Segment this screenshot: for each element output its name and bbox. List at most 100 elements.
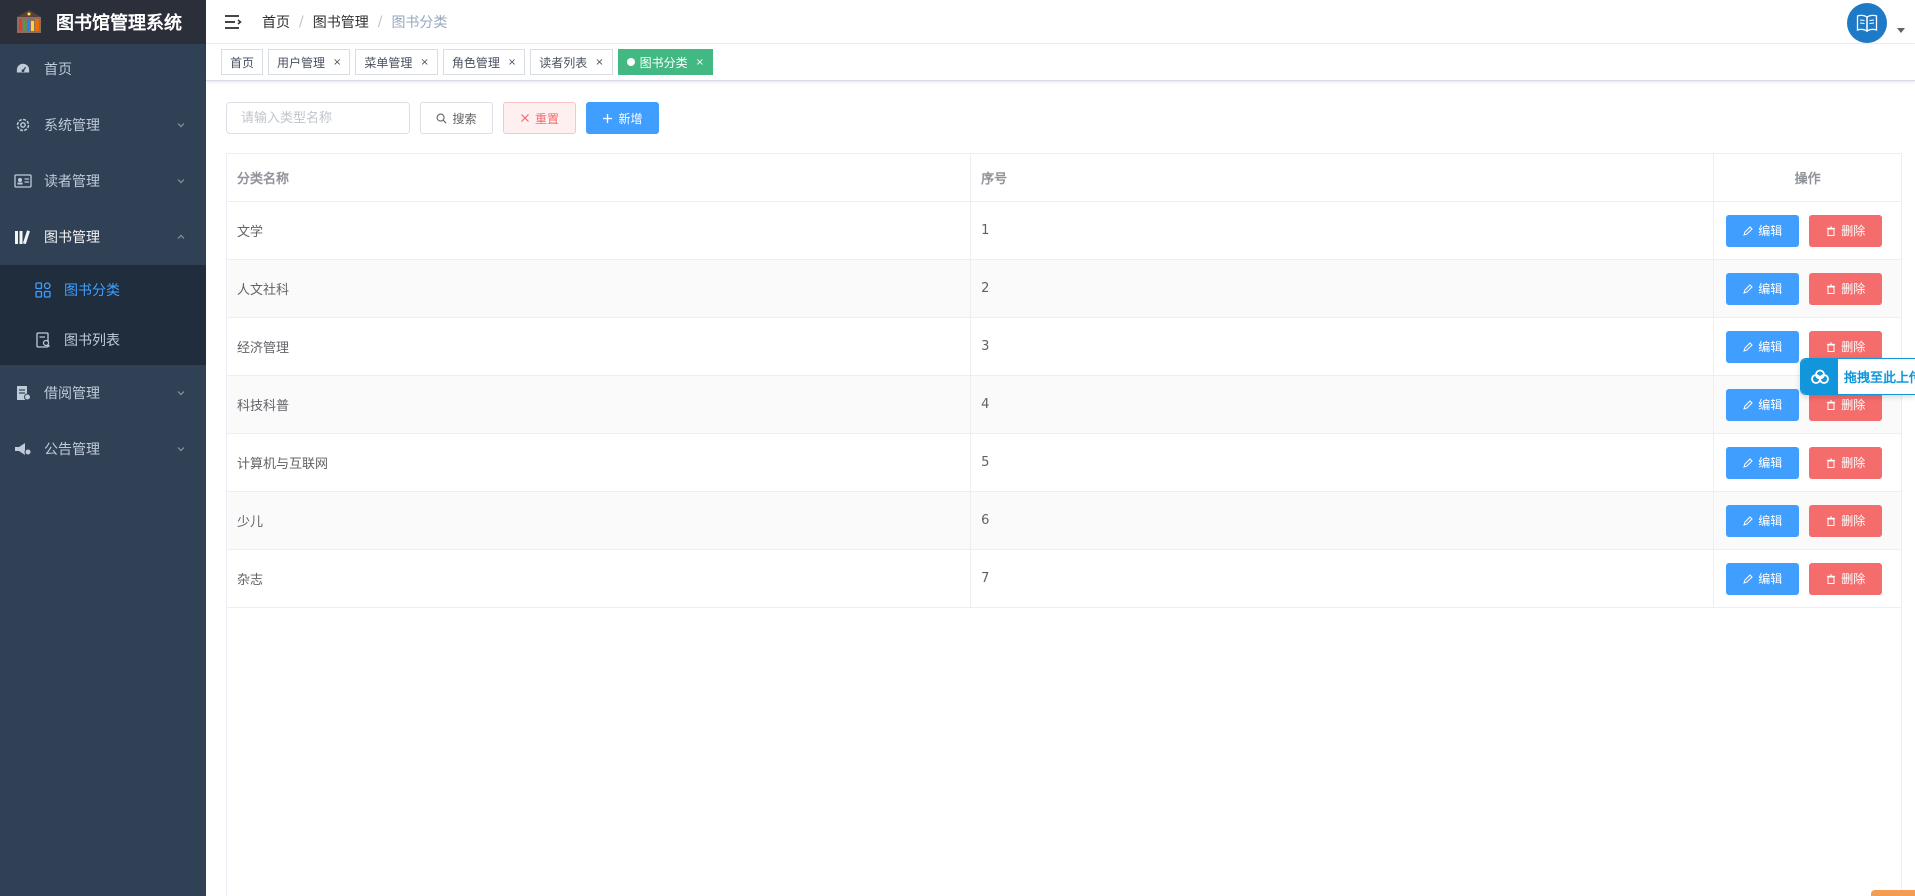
delete-button[interactable]: 删除 — [1809, 446, 1883, 479]
cell-actions: 编辑 删除 — [1714, 492, 1901, 549]
edit-button[interactable]: 编辑 — [1726, 446, 1800, 479]
caret-down-icon[interactable] — [1897, 28, 1905, 33]
search-icon — [436, 113, 447, 124]
tag-book-category[interactable]: 图书分类 × — [617, 49, 714, 75]
delete-label: 删除 — [1841, 224, 1866, 238]
borrow-icon — [14, 384, 32, 402]
books-submenu: 图书分类 图书列表 — [0, 265, 206, 365]
table-row: 杂志 7 编辑 删除 — [227, 550, 1901, 608]
tag-user-management[interactable]: 用户管理 × — [268, 49, 351, 75]
edit-button[interactable]: 编辑 — [1726, 272, 1800, 305]
trash-icon — [1826, 284, 1836, 294]
sidebar-item-book-list[interactable]: 图书列表 — [0, 315, 206, 365]
close-icon[interactable]: × — [595, 57, 603, 68]
drag-upload-label: 拖拽至此上传 — [1844, 371, 1915, 386]
close-icon[interactable]: × — [333, 57, 341, 68]
edit-icon — [1743, 573, 1753, 584]
active-dot-icon — [626, 58, 635, 66]
delete-button[interactable]: 删除 — [1809, 562, 1883, 595]
sidebar-item-system[interactable]: 系统管理 — [0, 97, 206, 153]
navbar: 首页 / 图书管理 / 图书分类 — [206, 0, 1915, 44]
app-title: 图书馆管理系统 — [56, 13, 182, 34]
table-row: 文学 1 编辑 删除 — [227, 202, 1901, 260]
sidebar-item-label: 系统管理 — [44, 118, 100, 134]
chevron-up-icon — [177, 234, 185, 239]
sidebar-item-label: 公告管理 — [44, 442, 100, 458]
edit-label: 编辑 — [1758, 224, 1783, 238]
close-icon[interactable]: × — [508, 57, 516, 68]
chevron-down-icon — [177, 447, 185, 452]
tag-home[interactable]: 首页 — [221, 49, 264, 75]
edit-icon — [1743, 457, 1753, 468]
chevron-down-icon — [177, 391, 185, 396]
tag-menu-management[interactable]: 菜单管理 × — [355, 49, 438, 75]
cell-actions: 编辑 删除 — [1714, 434, 1901, 491]
category-icon — [34, 281, 52, 299]
delete-label: 删除 — [1841, 572, 1866, 586]
cell-category-name: 杂志 — [227, 550, 972, 607]
hamburger-icon[interactable] — [222, 11, 244, 33]
sidebar-item-books[interactable]: 图书管理 — [0, 209, 206, 265]
table-row: 经济管理 3 编辑 删除 — [227, 318, 1901, 376]
drag-upload-widget[interactable]: 拖拽至此上传 — [1800, 358, 1915, 395]
tag-label: 图书分类 — [639, 55, 688, 70]
breadcrumb-books[interactable]: 图书管理 — [313, 12, 369, 32]
edit-button[interactable]: 编辑 — [1726, 330, 1800, 363]
cell-category-name: 计算机与互联网 — [227, 434, 972, 491]
megaphone-icon — [14, 440, 32, 458]
book-list-icon — [34, 331, 52, 349]
edit-button[interactable]: 编辑 — [1726, 504, 1800, 537]
cell-order: 6 — [971, 492, 1715, 549]
cell-actions: 编辑 删除 — [1714, 260, 1901, 317]
open-book-icon — [1856, 14, 1878, 32]
breadcrumb-home[interactable]: 首页 — [262, 12, 290, 32]
delete-label: 删除 — [1841, 514, 1866, 528]
sidebar-item-borrow[interactable]: 借阅管理 — [0, 365, 206, 421]
edit-label: 编辑 — [1758, 572, 1783, 586]
cell-actions: 编辑 删除 — [1714, 202, 1901, 259]
cell-order: 5 — [971, 434, 1715, 491]
delete-button[interactable]: 删除 — [1809, 214, 1883, 247]
trash-icon — [1826, 574, 1836, 584]
sidebar: 图书馆管理系统 首页 系统管理 读者管理 图书管理 图书分类 图书列表 借阅管理… — [0, 0, 206, 896]
trash-icon — [1826, 458, 1836, 468]
breadcrumb-separator: / — [299, 13, 304, 30]
search-button[interactable]: 搜索 — [420, 102, 493, 134]
tags-view: 首页 用户管理 × 菜单管理 × 角色管理 × 读者列表 × 图书分类 × — [206, 44, 1915, 81]
edit-label: 编辑 — [1758, 514, 1783, 528]
sidebar-item-notice[interactable]: 公告管理 — [0, 421, 206, 477]
category-name-input[interactable] — [226, 102, 410, 134]
edit-label: 编辑 — [1758, 282, 1783, 296]
tag-label: 用户管理 — [277, 55, 326, 70]
sidebar-item-label: 借阅管理 — [44, 386, 100, 402]
close-icon[interactable]: × — [420, 57, 428, 68]
add-button[interactable]: 新增 — [586, 102, 659, 134]
sidebar-item-book-category[interactable]: 图书分类 — [0, 265, 206, 315]
cell-category-name: 少儿 — [227, 492, 972, 549]
cell-order: 2 — [971, 260, 1715, 317]
reset-button[interactable]: 重置 — [503, 102, 576, 134]
avatar[interactable] — [1847, 3, 1887, 43]
breadcrumb: 首页 / 图书管理 / 图书分类 — [262, 12, 447, 32]
tag-role-management[interactable]: 角色管理 × — [442, 49, 526, 75]
edit-button[interactable]: 编辑 — [1726, 562, 1800, 595]
tag-reader-list[interactable]: 读者列表 × — [530, 49, 613, 75]
delete-button[interactable]: 删除 — [1809, 504, 1883, 537]
edit-label: 编辑 — [1758, 456, 1783, 470]
trash-icon — [1826, 516, 1836, 526]
logo-bar: 图书馆管理系统 — [0, 0, 206, 44]
sidebar-item-home[interactable]: 首页 — [0, 44, 206, 94]
dashboard-icon — [14, 60, 32, 78]
delete-label: 删除 — [1841, 282, 1866, 296]
corner-accent — [1871, 890, 1915, 896]
tag-label: 角色管理 — [451, 55, 500, 70]
sidebar-item-readers[interactable]: 读者管理 — [0, 153, 206, 209]
close-icon — [520, 113, 530, 123]
table-row: 人文社科 2 编辑 删除 — [227, 260, 1901, 318]
library-logo-icon — [16, 9, 42, 35]
edit-button[interactable]: 编辑 — [1726, 214, 1800, 247]
close-icon[interactable]: × — [696, 57, 704, 68]
delete-button[interactable]: 删除 — [1809, 272, 1883, 305]
edit-button[interactable]: 编辑 — [1726, 388, 1800, 421]
trash-icon — [1826, 226, 1836, 236]
